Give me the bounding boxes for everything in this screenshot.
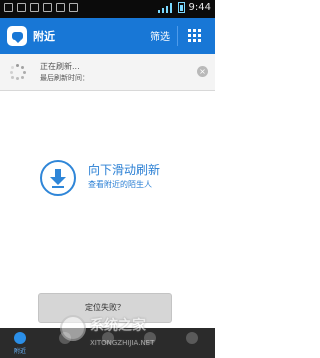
pull-refresh-subtitle: 查看附近的陌生人 (88, 180, 152, 189)
tab-label: 附近 (13, 348, 26, 355)
refresh-status-bar: 正在刷新... 最后刷新时间： × (0, 54, 215, 91)
clock-icon (69, 3, 78, 12)
status-bar: 9:44 (0, 0, 215, 18)
tab-nearby[interactable]: 附近 (0, 328, 40, 358)
grid-icon[interactable] (188, 29, 202, 43)
loading-spinner-icon (10, 64, 26, 80)
filter-button[interactable]: 筛选 (150, 28, 170, 43)
notification-icon (30, 3, 39, 12)
toast-text: 定位失败？ (85, 303, 125, 312)
watermark-text: 系统之家 (90, 318, 146, 334)
app-logo-icon[interactable] (7, 26, 27, 46)
nearby-tab-icon (14, 332, 26, 344)
pull-refresh-title: 向下滑动刷新 (88, 163, 161, 177)
close-icon[interactable]: × (197, 66, 208, 77)
usb-icon (4, 3, 13, 12)
status-bar-system: 9:44 (157, 2, 211, 13)
app-bar: 附近 筛选 (0, 18, 215, 54)
watermark-logo-icon (60, 315, 86, 341)
refresh-status-title: 正在刷新... (40, 62, 80, 71)
battery-icon (177, 2, 185, 13)
signal-icon (157, 2, 174, 13)
chat-icon (56, 3, 65, 12)
header-divider (177, 26, 178, 46)
pull-down-arrow-icon (40, 160, 76, 196)
status-time: 9:44 (188, 2, 211, 13)
watermark-url: XITONGZHIJIA.NET (90, 339, 155, 347)
debug-icon (17, 3, 26, 12)
watermark: 系统之家 XITONGZHIJIA.NET (60, 313, 212, 353)
image-icon (43, 3, 52, 12)
last-refresh-time: 最后刷新时间： (40, 74, 89, 82)
page-title: 附近 (33, 30, 55, 43)
status-bar-notifications (4, 3, 78, 12)
